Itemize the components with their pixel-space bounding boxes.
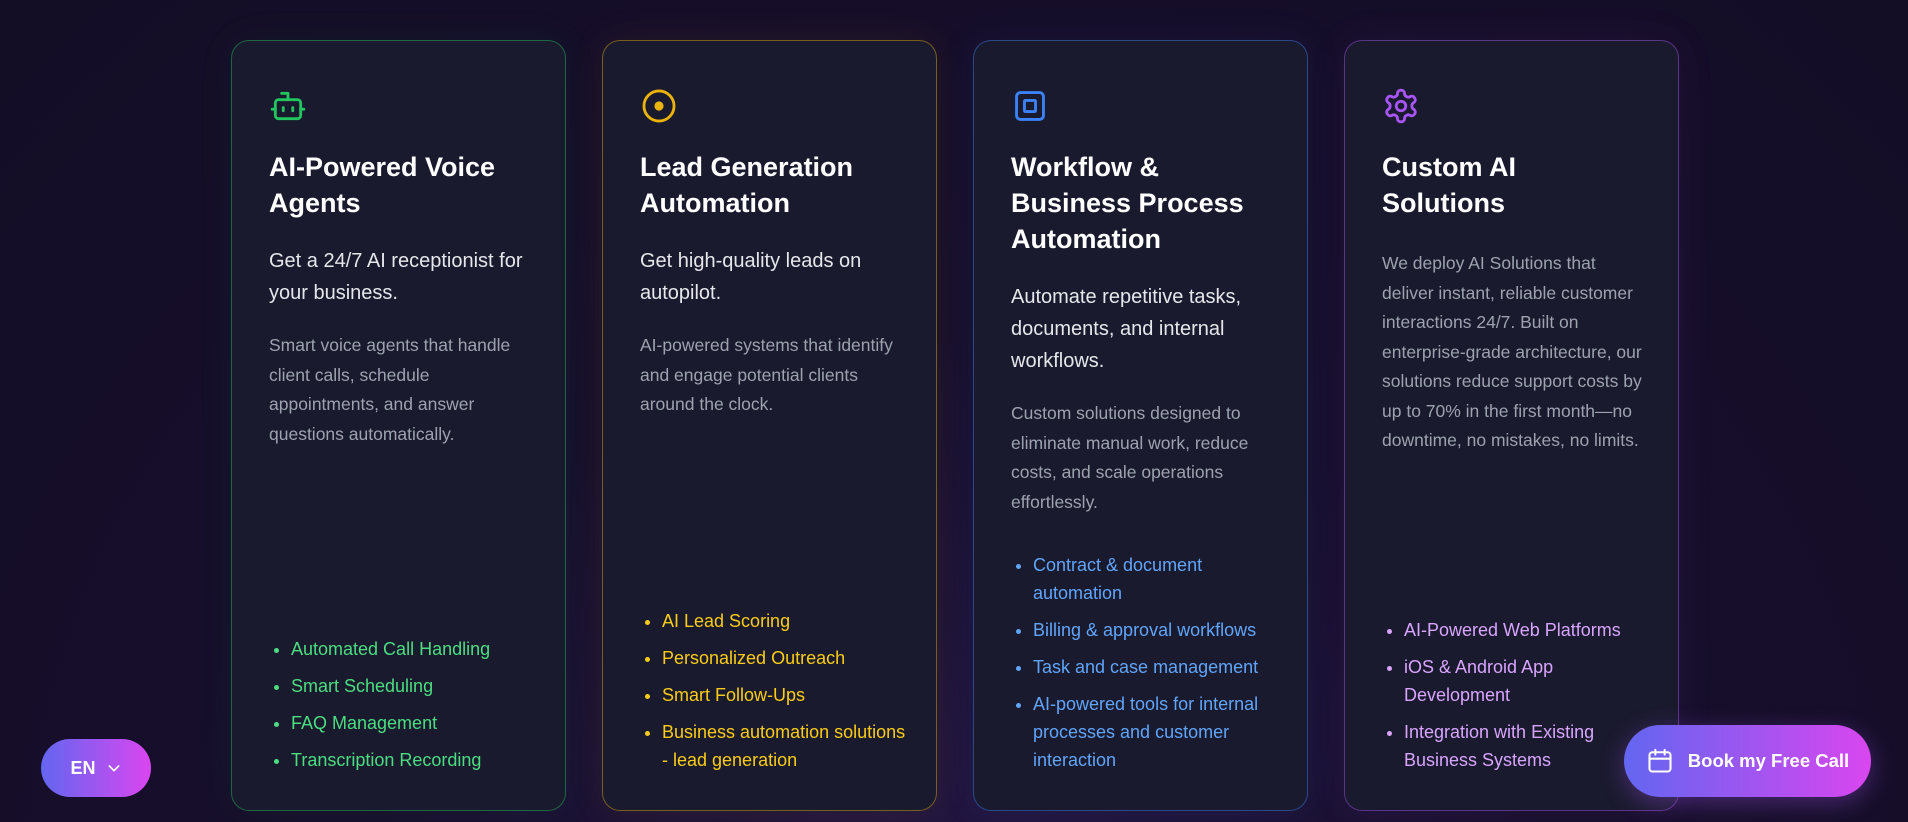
card-title: Lead Generation Automation: [640, 152, 854, 218]
feature-item: iOS & Android App Development: [1404, 653, 1658, 709]
robot-icon: [269, 87, 307, 125]
card-description: Smart voice agents that handle client ca…: [269, 335, 511, 444]
feature-item: AI Lead Scoring: [662, 607, 916, 635]
feature-item: Task and case management: [1033, 653, 1287, 681]
feature-item: FAQ Management: [291, 709, 545, 737]
cta-label: Book my Free Call: [1687, 750, 1850, 771]
card-title: Workflow & Business Process Automation: [1011, 152, 1244, 254]
gear-icon: [1382, 87, 1420, 125]
feature-item: Personalized Outreach: [662, 644, 916, 672]
feature-item: Contract & document automation: [1033, 551, 1287, 607]
calendar-icon: [1648, 748, 1672, 773]
card-title: Custom AI Solutions: [1382, 152, 1516, 218]
feature-list: Automated Call Handling Smart Scheduling…: [269, 635, 545, 774]
card-title: AI-Powered Voice Agents: [269, 152, 496, 218]
feature-item: Transcription Recording: [291, 746, 545, 774]
feature-item: Integration with Existing Business Syste…: [1404, 718, 1658, 774]
card-description: Custom solutions designed to eliminate m…: [1011, 403, 1249, 512]
feature-item: Automated Call Handling: [291, 635, 545, 663]
feature-item: Smart Follow-Ups: [662, 681, 916, 709]
card-custom-ai-solutions: Custom AI Solutions We deploy AI Solutio…: [1344, 40, 1679, 811]
feature-item: Business automation solutions - lead gen…: [662, 718, 916, 774]
feature-item: Smart Scheduling: [291, 672, 545, 700]
card-subtitle: Get high-quality leads on autopilot.: [640, 250, 862, 304]
card-subtitle: Automate repetitive tasks, documents, an…: [1011, 286, 1242, 372]
target-icon: [640, 87, 678, 125]
chevron-down-icon: [108, 765, 119, 772]
feature-list: Contract & document automation Billing &…: [1011, 551, 1287, 774]
chip-icon: [1011, 87, 1049, 125]
feature-item: Billing & approval workflows: [1033, 616, 1287, 644]
book-free-call-button[interactable]: Book my Free Call: [1624, 725, 1871, 797]
card-description: We deploy AI Solutions that deliver inst…: [1382, 253, 1642, 450]
feature-item: AI-powered tools for internal processes …: [1033, 690, 1287, 774]
card-lead-generation: Lead Generation Automation Get high-qual…: [602, 40, 937, 811]
feature-item: AI-Powered Web Platforms: [1404, 616, 1658, 644]
card-workflow-automation: Workflow & Business Process Automation A…: [973, 40, 1308, 811]
card-subtitle: Get a 24/7 AI receptionist for your busi…: [269, 250, 523, 304]
feature-list: AI Lead Scoring Personalized Outreach Sm…: [640, 607, 916, 774]
language-label: EN: [70, 757, 96, 778]
card-voice-agents: AI-Powered Voice Agents Get a 24/7 AI re…: [231, 40, 566, 811]
language-selector-button[interactable]: EN: [41, 739, 151, 797]
services-cards: AI-Powered Voice Agents Get a 24/7 AI re…: [231, 40, 1679, 811]
feature-list: AI-Powered Web Platforms iOS & Android A…: [1382, 616, 1658, 774]
card-description: AI-powered systems that identify and eng…: [640, 335, 893, 414]
